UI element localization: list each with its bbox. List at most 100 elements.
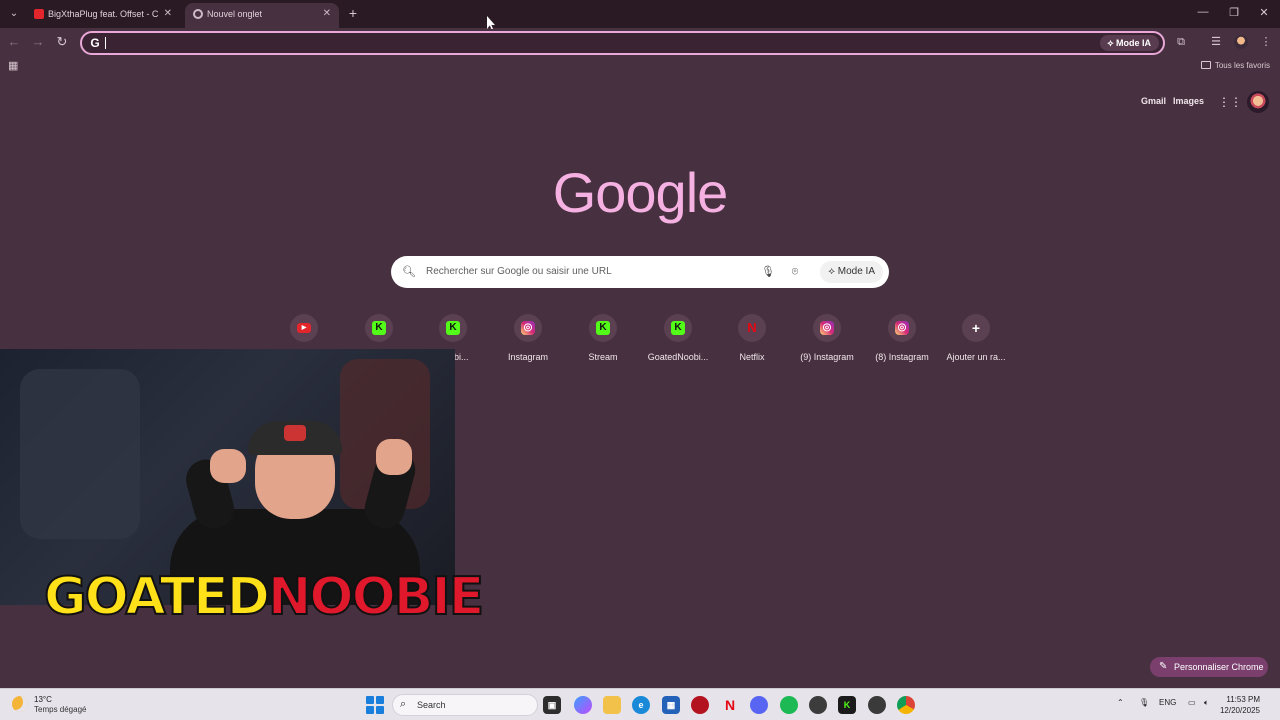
shortcut-icon-circle: K [365, 314, 393, 342]
instagram-icon: ◎ [521, 321, 535, 335]
restore-button[interactable]: ❐ [1224, 6, 1244, 19]
profile-avatar[interactable] [1234, 35, 1248, 49]
ntp-search-box[interactable]: 🔍︎ Rechercher sur Google ou saisir une U… [391, 256, 889, 288]
shortcut-tile[interactable]: N Netflix [715, 312, 789, 368]
shortcut-icon-circle: ◎ [514, 314, 542, 342]
shortcut-icon-circle: ◎ [813, 314, 841, 342]
shortcut-label: Instagram [507, 352, 549, 362]
weather-temperature[interactable]: 13°C [34, 695, 52, 704]
shortcut-label: (9) Instagram [800, 352, 854, 362]
youtube-icon: ▶ [297, 323, 311, 333]
streamer-fist [210, 449, 246, 483]
shortcut-icon-circle: + [962, 314, 990, 342]
menu-kebab-icon[interactable]: ⋮ [1258, 34, 1274, 50]
moon-icon[interactable] [12, 696, 28, 712]
google-logo: Google [552, 161, 729, 224]
language-indicator[interactable]: ENG [1159, 698, 1176, 707]
search-placeholder: Rechercher sur Google ou saisir une URL [426, 266, 612, 277]
ai-mode-label: Mode IA [837, 266, 875, 277]
taskbar-search-label: Search [417, 700, 446, 710]
chevron-up-icon[interactable]: ⌃ [1117, 698, 1124, 707]
back-button[interactable]: ← [6, 34, 22, 50]
folder-icon [1200, 61, 1211, 69]
shortcut-icon-circle: ◎ [888, 314, 916, 342]
browser-toolbar: ← → ↻ G ⟡ Mode IA ⧉ ☰ ⋮ [0, 28, 1280, 56]
search-icon: 🔍︎ [402, 266, 416, 278]
display-icon[interactable]: ▭ [1188, 698, 1196, 707]
app-red-icon[interactable] [691, 696, 709, 714]
sparkle-search-icon: ⟡ [828, 266, 838, 277]
taskbar-search[interactable]: ⌕ Search [392, 694, 538, 716]
reading-list-icon[interactable]: ☰ [1208, 34, 1224, 50]
tab-search-icon[interactable]: ⌄ [6, 6, 22, 22]
shortcut-icon-circle: K [439, 314, 467, 342]
microphone-icon[interactable]: 🎙︎ [1139, 698, 1149, 707]
shortcut-tile[interactable]: K Stream [566, 312, 640, 368]
taskbar-clock[interactable]: 11:53 PM 12/20/2025 [1200, 694, 1260, 716]
shortcut-tile[interactable]: + Ajouter un ra... [939, 312, 1013, 368]
chrome-icon [193, 9, 203, 19]
kick-icon[interactable]: K [838, 696, 856, 714]
close-tab-icon[interactable]: ✕ [164, 3, 172, 25]
store-icon[interactable]: ▦ [662, 696, 680, 714]
ai-mode-button[interactable]: ⟡ Mode IA [820, 261, 883, 283]
tab-title: Nouvel onglet [207, 9, 263, 19]
account-avatar[interactable] [1247, 91, 1269, 113]
discord-icon[interactable] [750, 696, 768, 714]
shortcut-tile[interactable]: K GoatedNoobi... [641, 312, 715, 368]
shortcut-label: Stream [588, 352, 618, 362]
netflix-icon[interactable]: N [721, 696, 739, 714]
google-icon: G [90, 36, 100, 50]
apps-grid-icon[interactable]: ▦ [8, 60, 20, 72]
shortcut-label: GoatedNoobi... [647, 352, 709, 362]
chrome-icon[interactable] [897, 696, 915, 714]
ai-mode-button[interactable]: ⟡ Mode IA [1099, 35, 1159, 51]
clock-date: 12/20/2025 [1219, 706, 1260, 715]
kick-icon: K [372, 321, 386, 335]
task-view-icon[interactable]: ▣ [543, 696, 561, 714]
reload-button[interactable]: ↻ [54, 34, 70, 50]
clock-time: 11:53 PM [1226, 695, 1260, 704]
shortcut-label: (8) Instagram [875, 352, 929, 362]
extensions-icon[interactable]: ⧉ [1173, 34, 1189, 50]
images-link[interactable]: Images [1173, 96, 1204, 106]
google-apps-icon[interactable]: ⋮⋮ [1218, 95, 1242, 109]
google-lens-icon[interactable]: ⌾ [787, 264, 803, 280]
streamer-cap [248, 421, 342, 455]
close-window-button[interactable]: ✕ [1254, 6, 1274, 19]
minimize-button[interactable]: — [1193, 6, 1213, 18]
netflix-icon: N [747, 320, 757, 335]
tab-new-tab[interactable]: Nouvel onglet ✕ [185, 3, 339, 28]
all-favorites-folder[interactable]: Tous les favoris [1200, 61, 1270, 70]
gmail-link[interactable]: Gmail [1141, 96, 1166, 106]
close-tab-icon[interactable]: ✕ [323, 3, 331, 25]
streamer-fist [376, 439, 412, 475]
file-explorer-icon[interactable] [603, 696, 621, 714]
shortcut-tile[interactable]: ◎ (8) Instagram [865, 312, 939, 368]
streamer-banner: GOATEDNOOBIE [43, 566, 485, 628]
bookmarks-bar: ▦ Tous les favoris [0, 56, 1280, 78]
text-cursor [105, 37, 106, 49]
shortcut-tile[interactable]: ◎ Instagram [491, 312, 565, 368]
weather-description[interactable]: Temps dégagé [34, 705, 86, 714]
new-tab-button[interactable]: + [346, 5, 360, 21]
spotify-icon[interactable] [780, 696, 798, 714]
copilot-icon[interactable] [574, 696, 592, 714]
windows-start-button[interactable] [366, 696, 384, 714]
customize-chrome-button[interactable]: ✎ Personnaliser Chrome [1150, 657, 1268, 677]
address-bar[interactable]: G ⟡ Mode IA [80, 31, 1165, 55]
shortcut-icon-circle: N [738, 314, 766, 342]
tab-youtube[interactable]: BigXthaPlug feat. Offset - Clima ✕ [26, 3, 180, 28]
plus-icon: + [971, 320, 981, 336]
search-icon: ⌕ [400, 698, 407, 710]
instagram-icon: ◎ [820, 321, 834, 335]
kick-icon: K [446, 321, 460, 335]
shortcut-tile[interactable]: ◎ (9) Instagram [790, 312, 864, 368]
forward-button[interactable]: → [30, 34, 46, 50]
microphone-icon[interactable]: 🎙︎ [760, 264, 776, 280]
edge-icon[interactable]: e [632, 696, 650, 714]
all-favorites-label: Tous les favoris [1214, 61, 1270, 70]
app-dark-icon[interactable] [809, 696, 827, 714]
shortcut-label: Ajouter un ra... [946, 352, 1006, 362]
obs-icon[interactable] [868, 696, 886, 714]
